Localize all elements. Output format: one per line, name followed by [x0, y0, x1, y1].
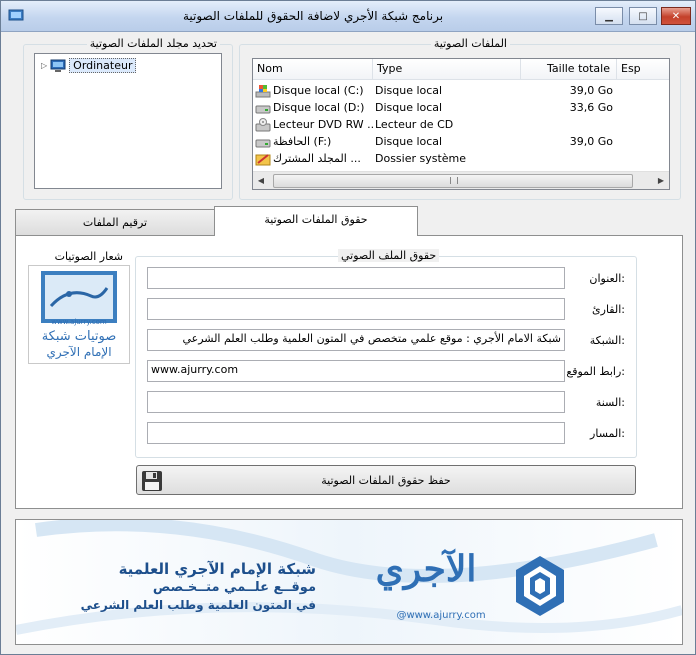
list-row[interactable]: Lecteur DVD RW ... Lecteur de CD: [255, 116, 669, 133]
files-group-title: الملفات الصوتية: [430, 37, 510, 50]
app-icon: [8, 9, 24, 21]
logo-caption-line2: الإمام الآجري: [46, 345, 112, 359]
tree-item-label: Ordinateur: [69, 58, 137, 73]
file-name: Disque local (C:): [273, 84, 364, 97]
folder-tree[interactable]: ▷ Ordinateur: [34, 53, 222, 189]
file-name: Lecteur DVD RW ...: [273, 118, 373, 131]
file-size: 33,6 Go: [569, 101, 613, 114]
minimize-icon: ▁: [605, 10, 613, 22]
banner-text-line1: شبكة الإمام الآجري العلمية: [118, 560, 316, 578]
shared-folder-icon: [255, 154, 271, 166]
file-type: Dossier système: [375, 152, 467, 165]
windows-drive-icon: [255, 85, 271, 98]
reciter-field[interactable]: [147, 298, 565, 320]
save-button-label: حفظ حقوق الملفات الصوتية: [321, 474, 451, 487]
reciter-label: القارئ:: [592, 303, 625, 316]
network-label: الشبكة:: [589, 334, 625, 347]
logo-url: www.ajurry.com: [51, 318, 107, 326]
save-rights-button[interactable]: حفظ حقوق الملفات الصوتية: [136, 465, 636, 495]
title-label: العنوان:: [589, 272, 625, 285]
folder-group-title: تحديد مجلد الملفات الصوتية: [86, 37, 220, 50]
close-icon: ✕: [671, 10, 681, 22]
expand-arrow-icon[interactable]: ▷: [41, 61, 47, 70]
folder-group: تحديد مجلد الملفات الصوتية ▷ Ordinateur: [23, 37, 233, 200]
column-header-size[interactable]: Taille totale: [521, 59, 617, 79]
logo-caption-line1: صوتيات شبكة: [41, 329, 117, 344]
banner-text-line2: موقــع علــمي متــخـصص: [152, 580, 316, 595]
banner-text-line3: في المتون العلمية وطلب العلم الشرعي: [80, 598, 316, 612]
computer-icon: [50, 59, 66, 72]
file-type: Disque local: [375, 84, 443, 97]
rights-group-title: حقوق الملف الصوتي: [338, 249, 440, 262]
file-name: Disque local (D:): [273, 101, 365, 114]
list-row[interactable]: المجلد المشترك ... Dossier système: [255, 150, 669, 167]
tab-rights[interactable]: حقوق الملفات الصوتية: [214, 206, 418, 236]
website-label: رابط الموقع:: [566, 365, 625, 378]
list-header: Nom Type Taille totale Esp: [253, 59, 669, 80]
website-field[interactable]: www.ajurry.com: [147, 360, 565, 382]
file-size: 39,0 Go: [569, 135, 613, 148]
title-bar: برنامج شبكة الأجري لاضافة الحقوق للملفات…: [1, 1, 695, 32]
hard-drive-icon: [255, 105, 271, 114]
title-field[interactable]: [147, 267, 565, 289]
app-window: برنامج شبكة الأجري لاضافة الحقوق للملفات…: [0, 0, 696, 655]
network-field[interactable]: شبكة الامام الأجري : موقع علمي متخصص في …: [147, 329, 565, 351]
maximize-button[interactable]: □: [629, 7, 657, 25]
banner-logo-text: الآجري: [375, 548, 477, 590]
site-banner: شبكة الإمام الآجري العلمية موقــع علــمي…: [15, 519, 683, 645]
file-type: Disque local: [375, 101, 443, 114]
window-title: برنامج شبكة الأجري لاضافة الحقوق للملفات…: [182, 9, 444, 23]
minimize-button[interactable]: ▁: [595, 7, 623, 25]
site-logo-icon: [516, 556, 564, 616]
files-list-view[interactable]: Nom Type Taille totale Esp Disque local …: [252, 58, 670, 190]
column-header-type[interactable]: Type: [373, 59, 521, 79]
year-label: السنة:: [595, 396, 625, 409]
column-header-space[interactable]: Esp: [617, 59, 669, 79]
audio-logo: www.ajurry.com صوتيات شبكة الإمام الآجري: [28, 265, 130, 364]
scroll-thumb[interactable]: [273, 174, 633, 188]
file-type: Disque local: [375, 135, 443, 148]
tree-item-computer[interactable]: ▷ Ordinateur: [41, 58, 137, 73]
list-row[interactable]: Disque local (D:) Disque local 33,6 Go: [255, 99, 669, 116]
scroll-left-icon[interactable]: ◀: [253, 173, 269, 188]
hard-drive-icon: [255, 139, 271, 148]
maximize-icon: □: [638, 10, 648, 22]
file-name: المجلد المشترك ...: [273, 152, 361, 165]
path-label: المسار:: [590, 427, 625, 440]
banner-url: @www.ajurry.com: [396, 610, 486, 621]
scroll-right-icon[interactable]: ▶: [653, 173, 669, 188]
list-row[interactable]: الحافظة (F:) Disque local 39,0 Go: [255, 133, 669, 150]
year-field[interactable]: [147, 391, 565, 413]
column-header-name[interactable]: Nom: [253, 59, 373, 79]
file-name: الحافظة (F:): [273, 135, 332, 148]
horizontal-scrollbar[interactable]: ◀ ▶: [253, 171, 669, 189]
file-size: 39,0 Go: [569, 84, 613, 97]
file-type: Lecteur de CD: [375, 118, 454, 131]
tab-rights-label: حقوق الملفات الصوتية: [264, 213, 368, 226]
list-row[interactable]: Disque local (C:) Disque local 39,0 Go: [255, 82, 669, 99]
path-field[interactable]: [147, 422, 565, 444]
files-group: الملفات الصوتية Nom Type Taille totale E…: [239, 37, 681, 200]
dvd-drive-icon: [255, 118, 271, 132]
tab-numbering[interactable]: ترقيم الملفات: [15, 209, 215, 236]
close-button[interactable]: ✕: [661, 7, 691, 25]
logo-title: شعار الصوتيات: [54, 250, 123, 263]
tab-numbering-label: ترقيم الملفات: [82, 216, 148, 229]
